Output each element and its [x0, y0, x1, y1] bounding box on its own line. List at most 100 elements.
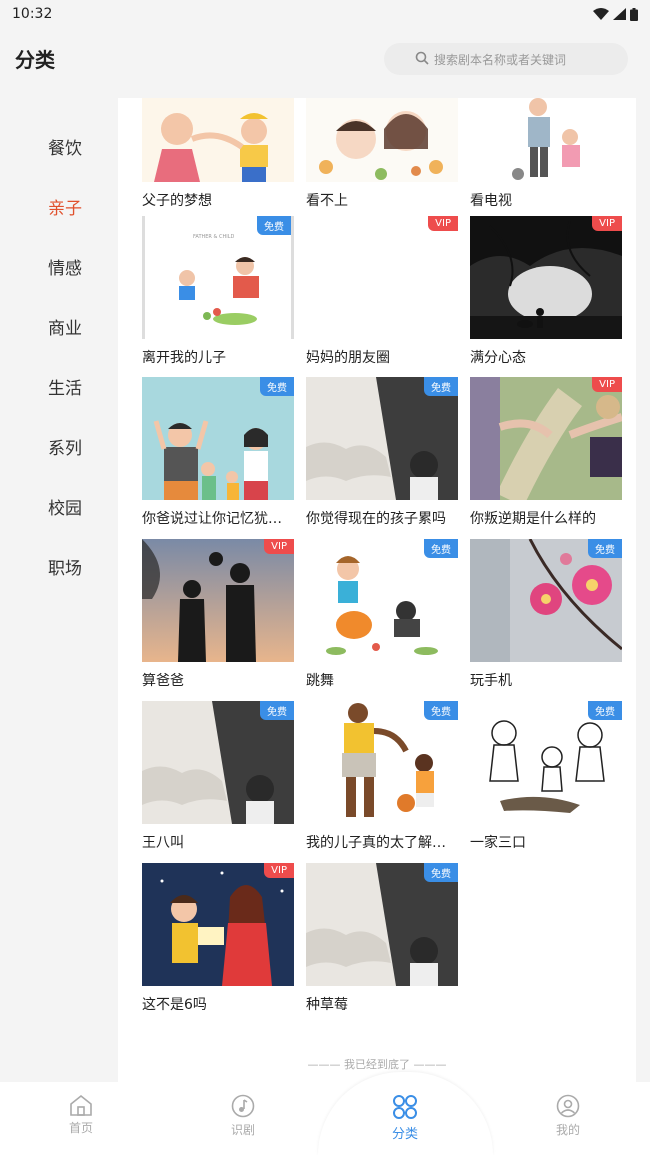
free-badge: 免费: [424, 539, 458, 558]
cover-image: 免费: [306, 377, 458, 500]
grid-item-title: 玩手机: [470, 673, 512, 689]
sidebar-item-label: 校园: [48, 498, 82, 519]
free-badge: 免费: [257, 216, 291, 235]
free-badge: 免费: [424, 701, 458, 720]
status-icons: [593, 7, 638, 21]
sidebar-item-qinzi[interactable]: 亲子: [0, 176, 130, 236]
cover-image: VIP: [142, 539, 294, 662]
battery-icon: [630, 7, 638, 21]
grid-item[interactable]: VIP 这不是6吗: [142, 863, 294, 1014]
sidebar-item-label: 餐饮: [48, 138, 82, 159]
grid-item-title: 你爸说过让你记忆犹…: [142, 511, 282, 527]
sidebar-item-label: 亲子: [48, 198, 82, 219]
search-input[interactable]: 搜索剧本名称或者关键词: [384, 43, 628, 75]
page-title: 分类: [15, 48, 55, 72]
grid-item[interactable]: 免费 你爸说过让你记忆犹…: [142, 377, 294, 528]
grid-item[interactable]: 父子的梦想: [142, 98, 294, 210]
music-note-icon: [231, 1094, 255, 1118]
cover-image: 免费: [142, 377, 294, 500]
vip-badge: VIP: [264, 539, 294, 554]
user-icon: [556, 1094, 580, 1118]
cover-image: 免费: [306, 863, 458, 986]
grid-item-title: 看电视: [470, 193, 512, 209]
cover-image: VIP: [306, 216, 458, 339]
grid-item[interactable]: VIP 你叛逆期是什么样的: [470, 377, 622, 528]
category-sidebar: 餐饮 亲子 情感 商业 生活 系列 校园 职场: [0, 116, 130, 596]
cover-image: VIP: [470, 377, 622, 500]
grid-item-title: 种草莓: [306, 997, 348, 1013]
grid-item[interactable]: VIP 妈妈的朋友圈: [306, 216, 458, 367]
sidebar-item-xiaoyuan[interactable]: 校园: [0, 476, 130, 536]
grid-item-title: 王八叫: [142, 835, 184, 851]
vip-badge: VIP: [592, 377, 622, 392]
category-icon: [393, 1095, 417, 1119]
sidebar-item-qinggan[interactable]: 情感: [0, 236, 130, 296]
grid-item[interactable]: 免费 种草莓: [306, 863, 458, 1014]
cover-image: 免费: [142, 701, 294, 824]
nav-tab-label: 首页: [68, 1121, 93, 1135]
grid-item[interactable]: 免费 你觉得现在的孩子累吗: [306, 377, 458, 528]
grid-item-title: 你叛逆期是什么样的: [470, 511, 596, 527]
status-time: 10:32: [12, 6, 53, 22]
sidebar-item-label: 情感: [48, 258, 82, 279]
grid-item-title: 我的儿子真的太了解…: [306, 835, 446, 851]
cover-image: [470, 98, 622, 182]
sidebar-item-shangye[interactable]: 商业: [0, 296, 130, 356]
free-badge: 免费: [260, 701, 294, 720]
nav-tab-category[interactable]: 分类: [365, 1094, 445, 1142]
home-icon: [70, 1094, 92, 1116]
grid-item[interactable]: 免费 王八叫: [142, 701, 294, 852]
nav-tab-label: 我的: [555, 1123, 580, 1137]
vip-badge: VIP: [592, 216, 622, 231]
signal-icon: [613, 8, 626, 20]
grid-item[interactable]: 免费 玩手机: [470, 539, 622, 690]
sidebar-item-canyin[interactable]: 餐饮: [0, 116, 130, 176]
cover-image: 免费: [470, 539, 622, 662]
wifi-icon: [593, 8, 609, 20]
grid-item-title: 算爸爸: [142, 673, 184, 689]
sidebar-item-label: 生活: [48, 378, 82, 399]
cover-image: 免费: [306, 539, 458, 662]
grid-item-title: 你觉得现在的孩子累吗: [306, 511, 446, 527]
nav-tab-home[interactable]: 首页: [41, 1094, 121, 1136]
grid-item-title: 一家三口: [470, 835, 526, 851]
cover-image: 免费: [306, 701, 458, 824]
free-badge: 免费: [424, 863, 458, 882]
nav-tab-label: 识剧: [230, 1123, 255, 1137]
grid-item[interactable]: 免费 我的儿子真的太了解…: [306, 701, 458, 852]
sidebar-item-zhichang[interactable]: 职场: [0, 536, 130, 596]
grid-item-title: 离开我的儿子: [142, 350, 226, 366]
cover-image: VIP: [470, 216, 622, 339]
nav-tab-shiju[interactable]: 识剧: [203, 1094, 283, 1138]
search-icon: [415, 51, 429, 65]
free-badge: 免费: [424, 377, 458, 396]
grid-item[interactable]: VIP 满分心态: [470, 216, 622, 367]
sidebar-item-label: 系列: [48, 438, 82, 459]
grid-item[interactable]: VIP 算爸爸: [142, 539, 294, 690]
grid-item-title: 满分心态: [470, 350, 526, 366]
sidebar-item-xilie[interactable]: 系列: [0, 416, 130, 476]
search-placeholder: 搜索剧本名称或者关键词: [434, 52, 567, 67]
cover-image: FATHER & CHILD 免费: [142, 216, 294, 339]
end-of-list-text: ——— 我已经到底了 ———: [307, 1058, 447, 1071]
status-bar: 10:32: [0, 0, 650, 28]
header: 分类 搜索剧本名称或者关键词: [0, 28, 650, 92]
cover-image: 免费: [470, 701, 622, 824]
grid-item[interactable]: 看不上: [306, 98, 458, 210]
free-badge: 免费: [260, 377, 294, 396]
vip-badge: VIP: [428, 216, 458, 231]
sidebar-item-label: 职场: [48, 558, 82, 579]
grid-item[interactable]: 看电视: [470, 98, 622, 210]
grid-item[interactable]: 免费 跳舞: [306, 539, 458, 690]
nav-tab-mine[interactable]: 我的: [528, 1094, 608, 1138]
nav-tab-label: 分类: [391, 1127, 418, 1142]
sidebar-item-shenghuo[interactable]: 生活: [0, 356, 130, 416]
grid-item-title: 看不上: [306, 193, 348, 209]
script-grid: 父子的梦想 看不上 看电视 FATHER & CHILD 免费 离开我的儿子 V…: [118, 98, 636, 1082]
grid-item-title: 这不是6吗: [142, 997, 207, 1013]
vip-badge: VIP: [264, 863, 294, 878]
grid-item[interactable]: 免费 一家三口: [470, 701, 622, 852]
grid-item-title: 跳舞: [306, 673, 334, 689]
grid-item[interactable]: FATHER & CHILD 免费 离开我的儿子: [142, 216, 294, 367]
svg-text:FATHER & CHILD: FATHER & CHILD: [193, 234, 234, 240]
